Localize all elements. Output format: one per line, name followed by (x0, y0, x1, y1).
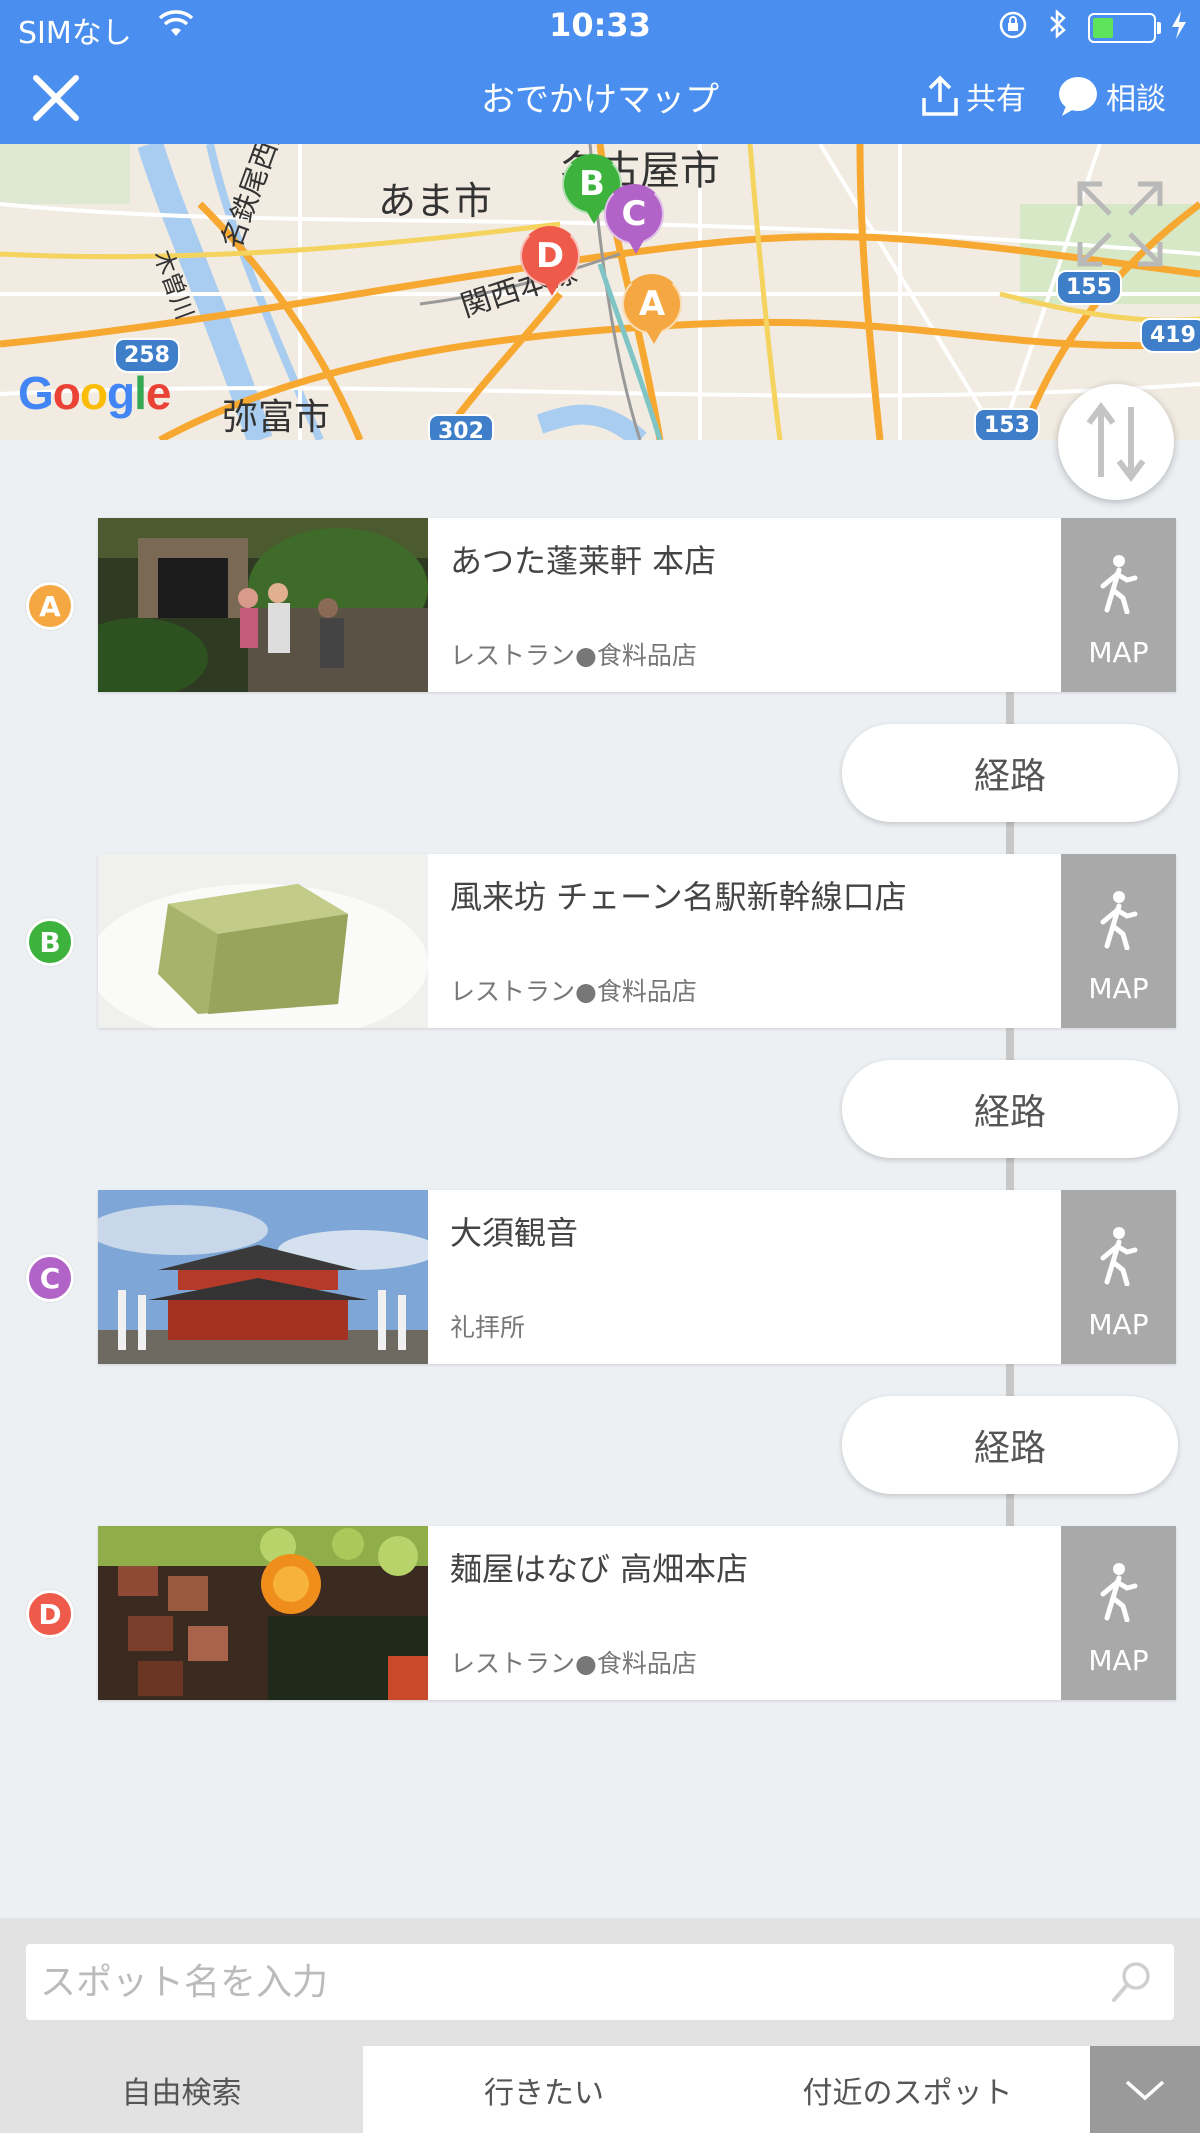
status-bar: SIMなし 10:33 (0, 0, 1200, 51)
search-area (0, 1918, 1200, 2046)
bottom-tab-bar: 自由検索 行きたい 付近のスポット (0, 2046, 1200, 2133)
chevron-down-icon (1125, 2080, 1165, 2100)
spot-card-b[interactable]: 風来坊 チェーン名駅新幹線口店 レストラン●食料品店 MAP (98, 854, 1176, 1028)
map-pin-c[interactable]: C (604, 184, 664, 254)
sort-button[interactable] (1058, 384, 1174, 500)
spot-category: 礼拝所 (450, 1313, 526, 1342)
map-pin-a[interactable]: A (622, 274, 682, 344)
spot-map-button[interactable]: MAP (1061, 854, 1176, 1028)
route-shield-153: 153 (974, 408, 1040, 440)
spot-map-button[interactable]: MAP (1061, 1190, 1176, 1364)
battery-tip (1157, 22, 1161, 34)
spot-photo-d (98, 1526, 428, 1700)
bluetooth-icon (1046, 8, 1070, 44)
spot-search-input[interactable] (40, 1952, 1080, 2012)
route-button-b-c[interactable]: 経路 (842, 1060, 1178, 1158)
consult-button[interactable]: 相談 (1056, 70, 1166, 122)
walking-person-icon (1100, 1563, 1138, 1622)
collapse-button[interactable] (1090, 2046, 1200, 2133)
tab-nearby-spots[interactable]: 付近のスポット (725, 2046, 1090, 2133)
spot-category: レストラン●食料品店 (450, 1649, 697, 1678)
walking-person-icon (1100, 555, 1138, 614)
tab-want-to-go[interactable]: 行きたい (363, 2046, 725, 2133)
share-label: 共有 (966, 82, 1026, 117)
route-shield-302: 302 (428, 414, 494, 440)
spot-map-button[interactable]: MAP (1061, 518, 1176, 692)
spot-name: 風来坊 チェーン名駅新幹線口店 (450, 878, 907, 916)
swap-order-icon (1086, 402, 1146, 482)
spot-card-a[interactable]: あつた蓬莱軒 本店 レストラン●食料品店 MAP (98, 518, 1176, 692)
map-pin-d[interactable]: D (520, 226, 580, 296)
google-logo: Google (18, 367, 171, 419)
map-expand-button[interactable] (1074, 178, 1166, 270)
route-button-a-b[interactable]: 経路 (842, 724, 1178, 822)
spot-marker-d: D (26, 1590, 74, 1638)
app-header: おでかけマップ 共有 相談 (0, 48, 1200, 144)
walking-person-icon (1100, 891, 1138, 950)
route-shield-419: 419 (1140, 318, 1200, 353)
spot-marker-b: B (26, 918, 74, 966)
spot-marker-c: C (26, 1254, 74, 1302)
walking-person-icon (1100, 1227, 1138, 1286)
rotation-lock-icon (998, 10, 1030, 44)
search-box (26, 1944, 1174, 2020)
spot-map-label: MAP (1088, 1308, 1149, 1341)
map-label-yatomi: 弥富市 (222, 397, 331, 438)
map-label-ama: あま市 (378, 179, 493, 223)
spot-photo-b (98, 854, 428, 1028)
route-button-c-d[interactable]: 経路 (842, 1396, 1178, 1494)
spot-card-d[interactable]: 麺屋はなび 高畑本店 レストラン●食料品店 MAP (98, 1526, 1176, 1700)
consult-label: 相談 (1106, 82, 1166, 117)
spot-name: 大須観音 (450, 1214, 579, 1252)
spot-name: あつた蓬莱軒 本店 (450, 542, 717, 580)
spot-name: 麺屋はなび 高畑本店 (450, 1550, 749, 1588)
spot-map-button[interactable]: MAP (1061, 1526, 1176, 1700)
spot-map-label: MAP (1088, 972, 1149, 1005)
spot-photo-c (98, 1190, 428, 1364)
map-view[interactable]: 名古屋市 あま市 弥富市 関西本線 名鉄尾西線 木曽川 258 302 155 … (0, 144, 1200, 440)
search-icon[interactable] (1108, 1958, 1156, 2010)
spot-marker-a: A (26, 582, 74, 630)
battery-icon (1088, 13, 1156, 43)
route-shield-155: 155 (1056, 270, 1122, 305)
battery-fill (1093, 18, 1113, 38)
spot-category: レストラン●食料品店 (450, 641, 697, 670)
charging-icon (1170, 10, 1188, 44)
spot-map-label: MAP (1088, 636, 1149, 669)
tab-free-search[interactable]: 自由検索 (0, 2046, 363, 2133)
spot-card-c[interactable]: 大須観音 礼拝所 MAP (98, 1190, 1176, 1364)
share-button[interactable]: 共有 (918, 70, 1026, 122)
chat-bubble-icon (1059, 77, 1097, 116)
spot-category: レストラン●食料品店 (450, 977, 697, 1006)
spot-photo-a (98, 518, 428, 692)
share-icon (922, 75, 958, 116)
spot-map-label: MAP (1088, 1644, 1149, 1677)
expand-icon (1077, 181, 1163, 267)
